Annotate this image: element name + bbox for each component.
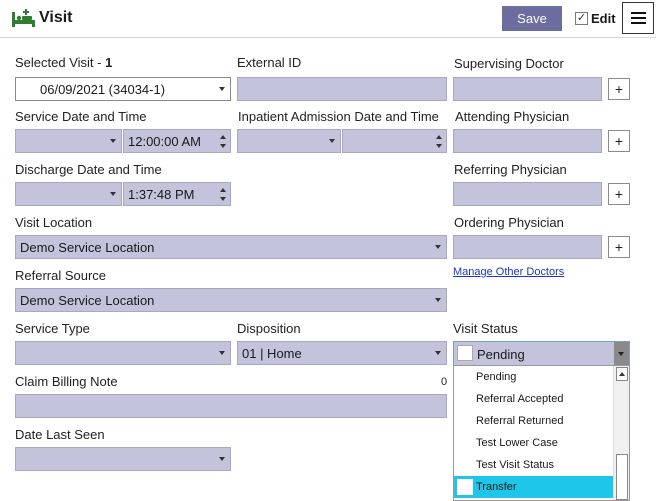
- selected-visit-value: 06/09/2021 (34034-1): [40, 82, 166, 97]
- referral-source-label: Referral Source: [15, 268, 107, 283]
- visit-status-value: Pending: [477, 347, 525, 362]
- inpatient-admission-label: Inpatient Admission Date and Time: [238, 109, 439, 124]
- service-time-value: 12:00:00 AM: [128, 134, 201, 149]
- service-date-select[interactable]: [15, 129, 122, 153]
- disposition-label: Disposition: [237, 321, 301, 336]
- bed-plus-icon: [12, 9, 35, 27]
- supervising-doctor-input[interactable]: [453, 77, 602, 101]
- discharge-date-select[interactable]: [15, 182, 122, 206]
- referring-physician-input[interactable]: [453, 182, 602, 206]
- visit-status-dropdown: Pending Referral Accepted Referral Retur…: [453, 365, 630, 501]
- inpatient-admission-time-input[interactable]: [342, 129, 447, 153]
- claim-billing-note-label: Claim Billing Note: [15, 374, 118, 389]
- referring-physician-label: Referring Physician: [454, 162, 567, 177]
- chevron-down-icon: [110, 139, 116, 143]
- disposition-select[interactable]: 01 | Home: [237, 341, 447, 365]
- add-attending-physician-button[interactable]: +: [608, 130, 630, 152]
- chevron-down-icon[interactable]: [614, 342, 629, 365]
- inpatient-admission-date-select[interactable]: [237, 129, 341, 153]
- status-option-referral-accepted[interactable]: Referral Accepted: [454, 388, 614, 410]
- status-option-pending[interactable]: Pending: [454, 366, 614, 388]
- time-spinner-icon[interactable]: [219, 132, 227, 150]
- date-last-seen-label: Date Last Seen: [15, 427, 105, 442]
- service-time-input[interactable]: 12:00:00 AM: [123, 129, 231, 153]
- visit-status-label: Visit Status: [453, 321, 518, 336]
- discharge-datetime-label: Discharge Date and Time: [15, 162, 162, 177]
- chevron-down-icon: [435, 245, 441, 249]
- discharge-time-input[interactable]: 1:37:48 PM: [123, 182, 231, 206]
- service-type-select[interactable]: [15, 341, 231, 365]
- save-button[interactable]: Save: [502, 6, 562, 31]
- ordering-physician-label: Ordering Physician: [454, 215, 564, 230]
- selected-visit-label: Selected Visit - 1: [15, 55, 113, 70]
- dropdown-scrollbar[interactable]: [613, 366, 629, 500]
- edit-label: Edit: [591, 11, 616, 26]
- status-option-transfer[interactable]: Transfer: [454, 476, 614, 498]
- status-option-test-visit-status[interactable]: Test Visit Status: [454, 454, 614, 476]
- add-supervising-doctor-button[interactable]: +: [608, 78, 630, 100]
- scroll-up-icon[interactable]: [616, 367, 628, 381]
- manage-other-doctors-link[interactable]: Manage Other Doctors: [453, 266, 564, 278]
- selected-visit-select[interactable]: 06/09/2021 (34034-1): [15, 77, 231, 101]
- status-color-swatch: [457, 479, 473, 495]
- chevron-down-icon: [435, 351, 441, 355]
- page-title: Visit: [39, 9, 73, 26]
- chevron-down-icon: [219, 351, 225, 355]
- visit-location-select[interactable]: Demo Service Location: [15, 235, 447, 259]
- chevron-down-icon: [219, 457, 225, 461]
- chevron-down-icon: [435, 298, 441, 302]
- page-header: Visit Save ✓ Edit: [0, 0, 656, 38]
- visit-status-select[interactable]: Pending: [453, 341, 630, 366]
- service-type-label: Service Type: [15, 321, 90, 336]
- attending-physician-input[interactable]: [453, 129, 602, 153]
- external-id-input[interactable]: [237, 77, 447, 101]
- scrollbar-thumb[interactable]: [616, 454, 628, 500]
- service-datetime-label: Service Date and Time: [15, 109, 147, 124]
- discharge-time-value: 1:37:48 PM: [128, 187, 195, 202]
- external-id-label: External ID: [237, 55, 302, 70]
- chevron-down-icon: [110, 192, 116, 196]
- supervising-doctor-label: Supervising Doctor: [454, 56, 564, 71]
- referral-source-select[interactable]: Demo Service Location: [15, 288, 447, 312]
- status-option-referral-returned[interactable]: Referral Returned: [454, 410, 614, 432]
- disposition-value: 01 | Home: [242, 346, 302, 361]
- ordering-physician-input[interactable]: [453, 235, 602, 259]
- add-referring-physician-button[interactable]: +: [608, 183, 630, 205]
- visit-location-label: Visit Location: [15, 215, 93, 230]
- time-spinner-icon[interactable]: [219, 185, 227, 203]
- character-counter: 0: [441, 376, 448, 388]
- date-last-seen-select[interactable]: [15, 447, 231, 471]
- add-ordering-physician-button[interactable]: +: [608, 236, 630, 258]
- claim-billing-note-input[interactable]: [15, 394, 447, 418]
- time-spinner-icon[interactable]: [435, 132, 443, 150]
- edit-checkbox[interactable]: ✓: [575, 12, 588, 25]
- status-color-swatch: [457, 345, 473, 361]
- hamburger-menu-icon[interactable]: [622, 2, 654, 34]
- referral-source-value: Demo Service Location: [20, 293, 155, 308]
- chevron-down-icon: [329, 139, 335, 143]
- attending-physician-label: Attending Physician: [455, 109, 570, 124]
- chevron-down-icon: [219, 87, 225, 91]
- visit-location-value: Demo Service Location: [20, 240, 155, 255]
- status-option-test-lower-case[interactable]: Test Lower Case: [454, 432, 614, 454]
